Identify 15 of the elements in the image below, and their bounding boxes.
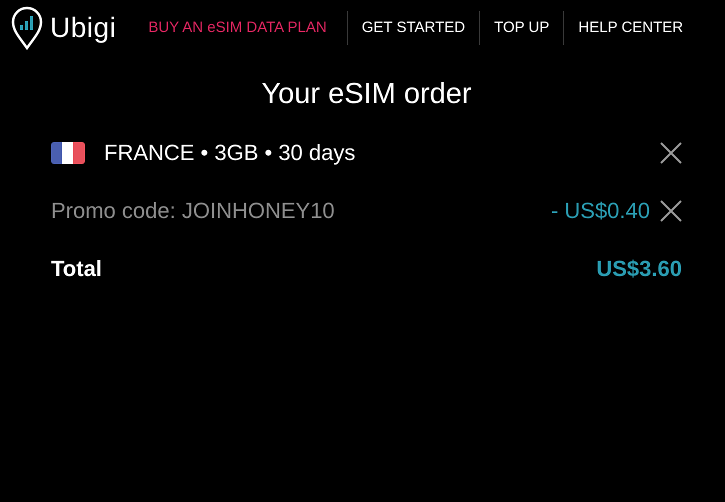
plan-label: FRANCE • 3GB • 30 days	[104, 140, 356, 166]
total-label: Total	[51, 256, 103, 282]
page-title: Your eSIM order	[260, 78, 473, 111]
nav-link[interactable]: GET STARTED	[348, 11, 480, 45]
nav-link[interactable]: BUY AN eSIM DATA PLAN	[134, 11, 341, 45]
total-amount: US$3.60	[596, 256, 682, 282]
flag-icon	[51, 142, 85, 164]
discount-amount: - US$0.40	[550, 198, 650, 224]
close-icon[interactable]	[660, 200, 682, 222]
promo-code: Promo code: JOINHONEY10	[51, 198, 336, 224]
nav-link[interactable]: TOP UP	[480, 11, 564, 45]
nav-link[interactable]: HELP CENTER	[564, 11, 698, 45]
close-icon[interactable]	[660, 142, 682, 164]
logo-icon	[10, 6, 44, 50]
logo-text: Ubigi	[50, 12, 116, 44]
